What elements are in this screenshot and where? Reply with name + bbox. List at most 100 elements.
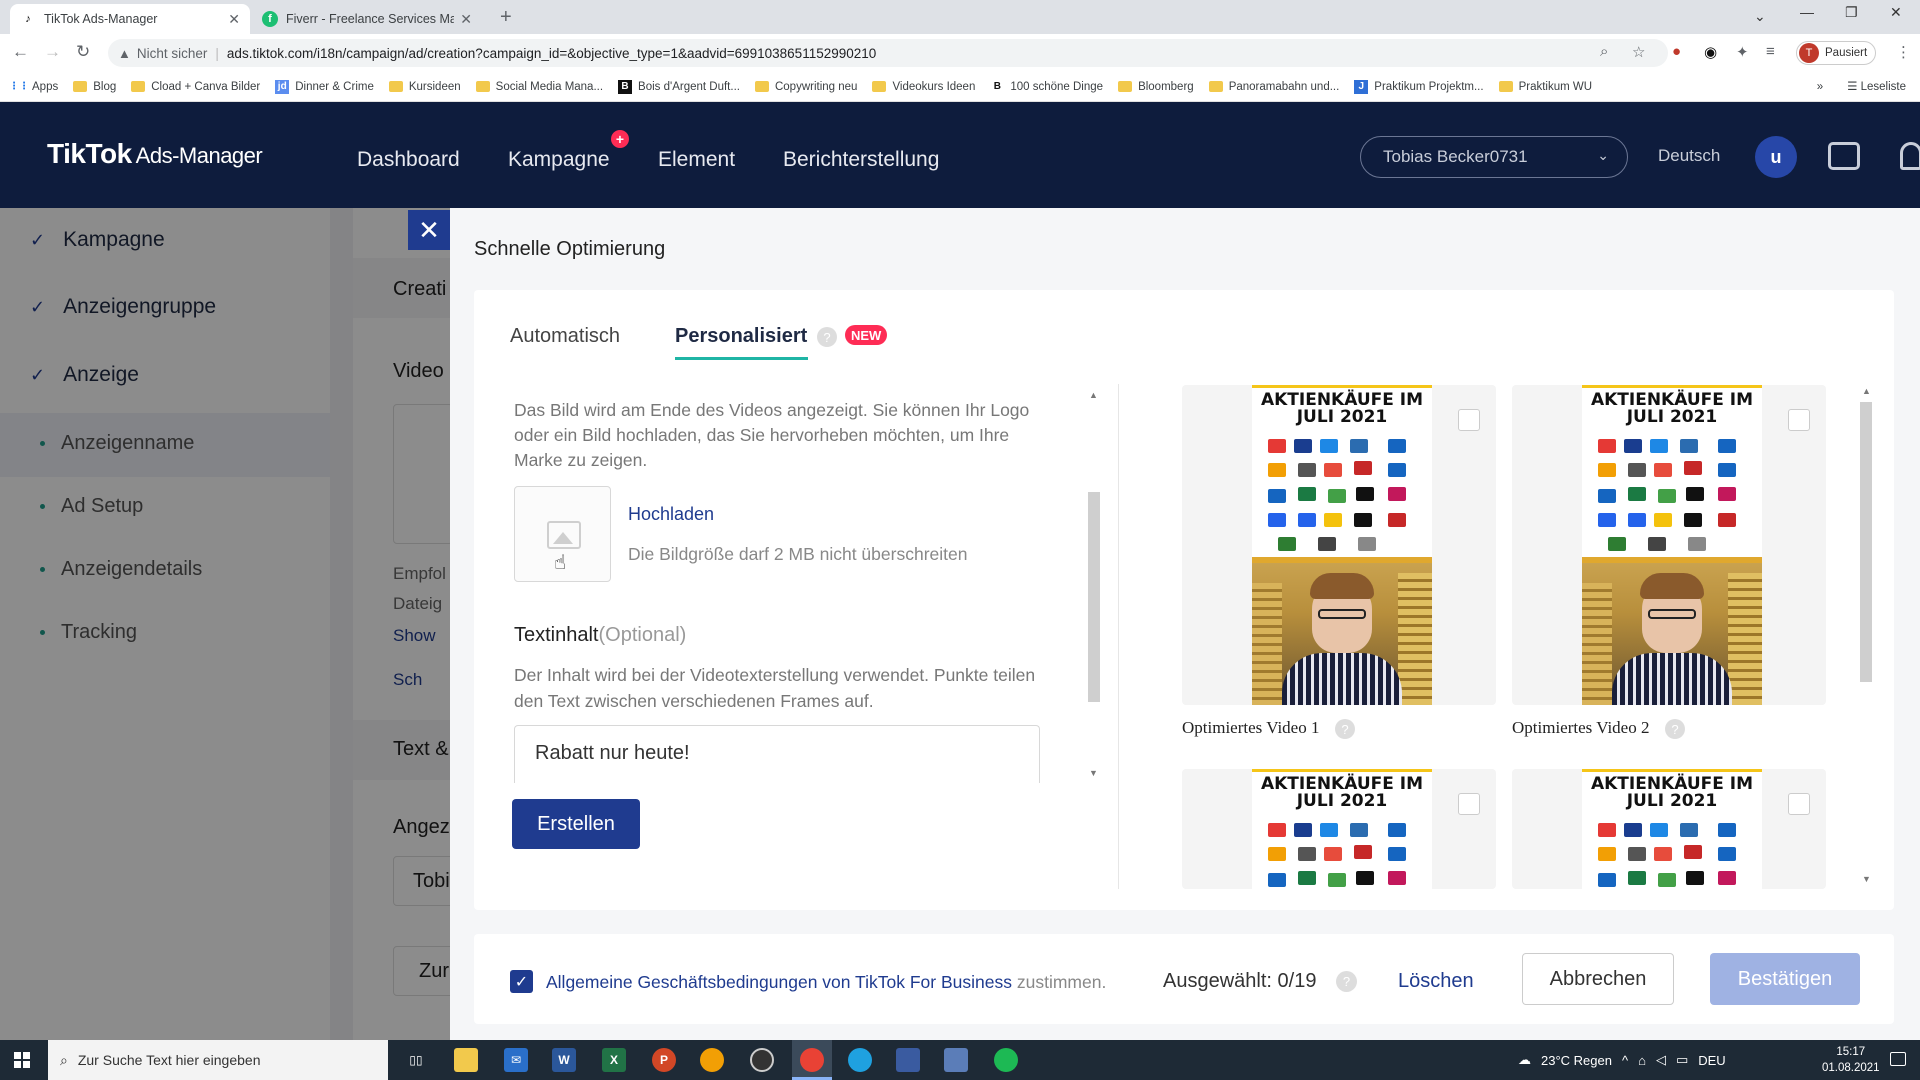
language-switch[interactable]: Deutsch bbox=[1658, 146, 1720, 166]
windows-start-icon[interactable] bbox=[14, 1052, 30, 1068]
clock[interactable]: 15:17 01.08.2021 bbox=[1822, 1044, 1880, 1076]
close-drawer-button[interactable]: ✕ bbox=[408, 210, 450, 250]
new-tab-icon[interactable]: + bbox=[500, 6, 512, 29]
tiktok-logo[interactable]: TikTok Ads-Manager bbox=[47, 138, 263, 170]
app-window-icon[interactable] bbox=[896, 1048, 920, 1072]
terms-link[interactable]: Allgemeine Geschäftsbedingungen von TikT… bbox=[546, 972, 1012, 992]
minimize-icon[interactable]: — bbox=[1800, 4, 1814, 20]
help-icon[interactable]: ? bbox=[1665, 719, 1685, 739]
bookmark-100[interactable]: B 100 schöne Dinge bbox=[990, 80, 1103, 94]
browser-tab-fiverr[interactable]: f Fiverr - Freelance Services Marke ✕ bbox=[252, 4, 482, 34]
notification-center-icon[interactable] bbox=[1890, 1052, 1906, 1066]
nav-dashboard[interactable]: Dashboard bbox=[357, 148, 460, 172]
confirm-button[interactable]: Bestätigen bbox=[1710, 953, 1860, 1005]
taskbar-search[interactable]: ⌕ Zur Suche Text hier eingeben bbox=[48, 1040, 388, 1080]
video-select-checkbox[interactable] bbox=[1788, 793, 1810, 815]
help-icon[interactable]: ? bbox=[1336, 971, 1357, 992]
video-select-checkbox[interactable] bbox=[1458, 793, 1480, 815]
bookmark-social[interactable]: Social Media Mana... bbox=[475, 81, 603, 93]
calculator-icon[interactable] bbox=[944, 1048, 968, 1072]
forward-icon[interactable]: → bbox=[44, 42, 61, 62]
more-bookmarks-icon[interactable]: » bbox=[1817, 81, 1823, 93]
close-tab-icon[interactable]: ✕ bbox=[228, 11, 240, 28]
account-select[interactable]: Tobias Becker0731 ⌄ bbox=[1360, 136, 1628, 178]
tab-automatisch[interactable]: Automatisch bbox=[510, 325, 620, 348]
bookmark-dinner[interactable]: jd Dinner & Crime bbox=[275, 79, 374, 94]
text-content-input[interactable]: Rabatt nur heute! bbox=[514, 725, 1040, 783]
task-view-icon[interactable]: ▯▯ bbox=[404, 1048, 428, 1072]
back-icon[interactable]: ← bbox=[12, 42, 29, 62]
zoom-icon[interactable]: ⌕ bbox=[1600, 43, 1608, 60]
nav-element[interactable]: Element bbox=[658, 148, 735, 172]
bookmark-bois[interactable]: B Bois d'Argent Duft... bbox=[618, 79, 740, 94]
browser-tab-tiktok[interactable]: ♪ TikTok Ads-Manager ✕ bbox=[10, 4, 250, 34]
nav-berichterstellung[interactable]: Berichterstellung bbox=[783, 148, 939, 172]
excel-icon[interactable]: X bbox=[602, 1048, 626, 1072]
bookmark-star-icon[interactable]: ☆ bbox=[1632, 43, 1645, 61]
bookmark-praktikum-projekt[interactable]: J Praktikum Projektm... bbox=[1354, 79, 1484, 94]
bookmark-blog[interactable]: Blog bbox=[73, 81, 116, 93]
edge-icon[interactable] bbox=[848, 1048, 872, 1072]
tray-chevron-icon[interactable]: ^ bbox=[1622, 1053, 1628, 1068]
word-icon[interactable]: W bbox=[552, 1048, 576, 1072]
file-explorer-icon[interactable] bbox=[454, 1048, 478, 1072]
close-window-icon[interactable]: ✕ bbox=[1890, 4, 1902, 21]
user-avatar[interactable]: u bbox=[1755, 136, 1797, 178]
bookmark-panorama[interactable]: Panoramabahn und... bbox=[1208, 81, 1339, 93]
bookmark-cload[interactable]: Cload + Canva Bilder bbox=[131, 81, 260, 93]
form-scrollbar[interactable]: ▲ ▼ bbox=[1088, 390, 1100, 782]
video-select-checkbox[interactable] bbox=[1788, 409, 1810, 431]
spotify-icon[interactable] bbox=[994, 1048, 1018, 1072]
bookmark-praktikum-wu[interactable]: Praktikum WU bbox=[1498, 81, 1592, 93]
extension-adblock-icon[interactable]: ● bbox=[1672, 43, 1681, 60]
bookmark-bloomberg[interactable]: Bloomberg bbox=[1118, 81, 1194, 93]
upload-link[interactable]: Hochladen bbox=[628, 504, 714, 525]
reading-list[interactable]: » ☰ Leseliste bbox=[1817, 79, 1906, 93]
help-icon[interactable]: ? bbox=[817, 327, 837, 347]
extensions-puzzle-icon[interactable]: ✦ bbox=[1736, 43, 1749, 61]
nav-kampagne[interactable]: Kampagne bbox=[508, 148, 610, 172]
scroll-up-icon[interactable]: ▲ bbox=[1862, 386, 1871, 396]
extension-grammarly-icon[interactable]: ◉ bbox=[1704, 43, 1717, 61]
briefcase-icon[interactable] bbox=[1828, 142, 1860, 170]
language-indicator[interactable]: DEU bbox=[1698, 1053, 1725, 1068]
reload-icon[interactable]: ↻ bbox=[76, 42, 90, 62]
scroll-thumb[interactable] bbox=[1088, 492, 1100, 702]
bookmark-copywriting[interactable]: Copywriting neu bbox=[754, 81, 857, 93]
bookmark-kursideen[interactable]: Kursideen bbox=[388, 81, 461, 93]
mail-icon[interactable]: ✉ bbox=[504, 1048, 528, 1072]
powerpoint-icon[interactable]: P bbox=[652, 1048, 676, 1072]
terms-checkbox[interactable]: ✓ bbox=[510, 970, 533, 993]
volume-icon[interactable]: ◁ bbox=[1656, 1052, 1666, 1068]
video-card[interactable]: AKTIENKÄUFE IM JULI 2021 bbox=[1182, 769, 1496, 889]
create-button[interactable]: Erstellen bbox=[512, 799, 640, 849]
close-tab-icon[interactable]: ✕ bbox=[460, 11, 472, 28]
video-card[interactable]: AKTIENKÄUFE IM JULI 2021 bbox=[1512, 769, 1826, 889]
cancel-button[interactable]: Abbrechen bbox=[1522, 953, 1674, 1005]
address-bar[interactable]: ▲ Nicht sicher | ads.tiktok.com/i18n/cam… bbox=[108, 39, 1668, 67]
scroll-down-icon[interactable]: ▼ bbox=[1089, 768, 1098, 778]
notification-bell-icon[interactable] bbox=[1900, 142, 1920, 170]
scroll-up-icon[interactable]: ▲ bbox=[1089, 390, 1098, 400]
clear-button[interactable]: Löschen bbox=[1398, 970, 1474, 993]
video-select-checkbox[interactable] bbox=[1458, 409, 1480, 431]
video-card[interactable]: AKTIENKÄUFE IM JULI 2021 bbox=[1512, 385, 1826, 705]
chrome-icon[interactable] bbox=[800, 1048, 824, 1072]
browser-menu-icon[interactable]: ⋮ bbox=[1896, 43, 1911, 61]
keyboard-icon[interactable]: ▭ bbox=[1676, 1052, 1688, 1068]
weather-text[interactable]: 23°C Regen bbox=[1541, 1053, 1612, 1068]
app-icon[interactable] bbox=[700, 1048, 724, 1072]
video-grid-scrollbar[interactable]: ▲ ▼ bbox=[1860, 386, 1872, 888]
restore-icon[interactable]: ❐ bbox=[1845, 4, 1858, 21]
obs-icon[interactable] bbox=[750, 1048, 774, 1072]
network-icon[interactable]: ⌂ bbox=[1638, 1053, 1646, 1068]
profile-button[interactable]: T Pausiert bbox=[1796, 41, 1877, 65]
video-card[interactable]: AKTIENKÄUFE IM JULI 2021 bbox=[1182, 385, 1496, 705]
tab-search-icon[interactable]: ⌄ bbox=[1754, 8, 1766, 25]
bookmark-apps[interactable]: ⋮⋮ Apps bbox=[9, 80, 58, 94]
bookmark-videokurs[interactable]: Videokurs Ideen bbox=[872, 81, 975, 93]
tab-personalisiert[interactable]: Personalisiert bbox=[675, 325, 807, 348]
media-queue-icon[interactable]: ≡ bbox=[1766, 43, 1775, 60]
scroll-thumb[interactable] bbox=[1860, 402, 1872, 682]
help-icon[interactable]: ? bbox=[1335, 719, 1355, 739]
